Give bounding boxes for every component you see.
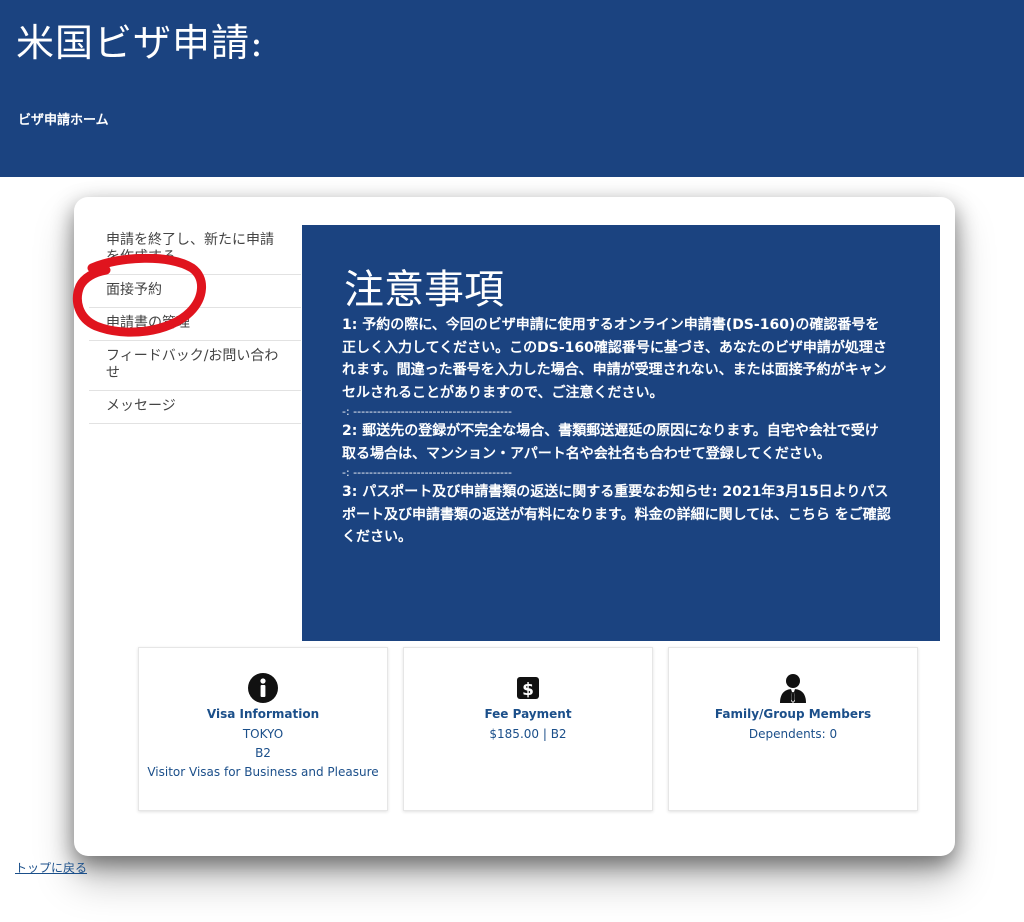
fee-amount: $185.00 | B2: [489, 727, 567, 741]
sidebar-item-messages[interactable]: メッセージ: [89, 391, 301, 424]
nav-home-link[interactable]: ビザ申請ホーム: [18, 109, 109, 128]
fee-payment-tile[interactable]: $ Fee Payment $185.00 | B2: [403, 647, 653, 811]
notice-body: 1: 予約の際に、今回のビザ申請に使用するオンライン申請書(DS-160)の確認…: [342, 314, 892, 549]
sidebar-item-schedule-interview[interactable]: 面接予約: [89, 275, 301, 308]
main-card: 申請を終了し、新たに申請を作成する 面接予約 申請書の管理 フィードバック/お問…: [74, 197, 955, 856]
summary-tiles: Visa Information TOKYO B2 Visitor Visas …: [138, 647, 918, 811]
family-group-tile[interactable]: Family/Group Members Dependents: 0: [668, 647, 918, 811]
site-title: 米国ビザ申請:: [16, 21, 264, 65]
notice-item-1: 1: 予約の際に、今回のビザ申請に使用するオンライン申請書(DS-160)の確認…: [342, 317, 887, 401]
notice-panel: 注意事項 1: 予約の際に、今回のビザ申請に使用するオンライン申請書(DS-16…: [302, 225, 940, 641]
notice-item-2: 2: 郵送先の登録が不完全な場合、書類郵送遅延の原因になります。自宅や会社で受け…: [342, 423, 879, 462]
person-icon: [669, 672, 917, 704]
back-to-top-link[interactable]: トップに戻る: [15, 859, 87, 876]
notice-item-3: 3: パスポート及び申請書類の返送に関する重要なお知らせ: 2021年3月15日…: [342, 484, 891, 545]
visa-information-tile[interactable]: Visa Information TOKYO B2 Visitor Visas …: [138, 647, 388, 811]
svg-text:$: $: [522, 680, 534, 700]
tile-title: Visa Information: [206, 707, 320, 721]
sidebar-menu: 申請を終了し、新たに申請を作成する 面接予約 申請書の管理 フィードバック/お問…: [89, 225, 301, 424]
visa-description: Visitor Visas for Business and Pleasure: [147, 765, 379, 779]
info-icon: [139, 672, 387, 704]
sidebar-item-manage-application[interactable]: 申請書の管理: [89, 308, 301, 341]
visa-post: TOKYO: [242, 727, 284, 741]
notice-title: 注意事項: [344, 267, 504, 313]
dollar-icon: $: [404, 672, 652, 704]
site-header: 米国ビザ申請: ビザ申請ホーム: [0, 0, 1024, 177]
visa-class: B2: [255, 746, 271, 760]
notice-separator: -: -------------------------------------…: [342, 405, 512, 418]
dependents-count: Dependents: 0: [748, 727, 838, 741]
tile-title: Fee Payment: [484, 707, 572, 721]
sidebar-item-feedback[interactable]: フィードバック/お問い合わせ: [89, 341, 301, 391]
notice-separator: -: -------------------------------------…: [342, 466, 512, 479]
sidebar-item-new-application[interactable]: 申請を終了し、新たに申請を作成する: [89, 225, 301, 275]
tile-title: Family/Group Members: [714, 707, 872, 721]
